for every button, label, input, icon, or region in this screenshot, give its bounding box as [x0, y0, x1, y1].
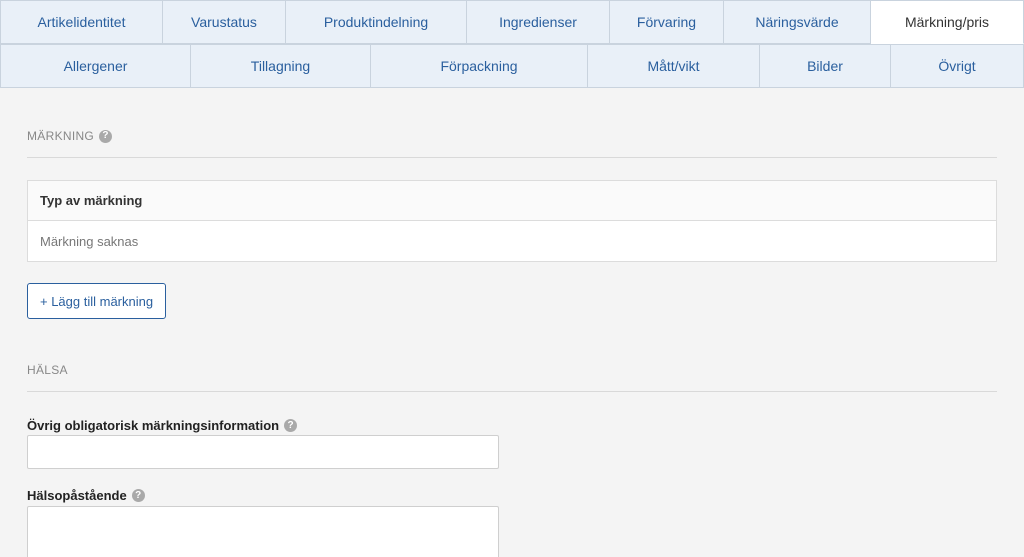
marking-table: Typ av märkning Märkning saknas — [27, 180, 997, 262]
question-circle-icon[interactable]: ? — [99, 129, 113, 143]
tab-tillagning[interactable]: Tillagning — [191, 44, 371, 87]
question-circle-icon[interactable]: ? — [284, 419, 298, 432]
health-section-title-text: HÄLSA — [27, 363, 68, 377]
tab-artikelidentitet[interactable]: Artikelidentitet — [0, 0, 163, 44]
tab-varustatus[interactable]: Varustatus — [163, 0, 286, 44]
question-circle-icon[interactable]: ? — [131, 489, 145, 502]
tab-forvaring[interactable]: Förvaring — [610, 0, 724, 44]
health-divider — [27, 391, 997, 392]
health-claim-label: Hälsopåstående ? — [27, 488, 145, 503]
tab-markning-pris[interactable]: Märkning/pris — [871, 0, 1024, 44]
tab-forpackning[interactable]: Förpackning — [371, 44, 588, 87]
marking-empty-row: Märkning saknas — [40, 233, 139, 249]
add-marking-button[interactable]: + Lägg till märkning — [27, 283, 167, 319]
health-section-title: HÄLSA — [27, 363, 68, 377]
tab-ingredienser[interactable]: Ingredienser — [467, 0, 610, 44]
other-info-input[interactable] — [27, 435, 499, 469]
marking-divider — [27, 157, 997, 158]
marking-section-title: MÄRKNING ? — [27, 129, 113, 143]
other-info-label: Övrig obligatorisk märkningsinformation … — [27, 418, 298, 433]
tab-bilder[interactable]: Bilder — [760, 44, 891, 87]
tab-allergener[interactable]: Allergener — [0, 44, 191, 87]
tab-matt-vikt[interactable]: Mått/vikt — [588, 44, 760, 87]
tab-ovrigt[interactable]: Övrigt — [891, 44, 1024, 87]
other-info-label-text: Övrig obligatorisk märkningsinformation — [27, 418, 280, 433]
content-panel: MÄRKNING ? Typ av märkning Märkning sakn… — [0, 88, 1024, 557]
health-claim-label-text: Hälsopåstående — [27, 488, 127, 503]
marking-section-title-text: MÄRKNING — [27, 129, 95, 143]
tab-produktindelning[interactable]: Produktindelning — [286, 0, 467, 44]
tab-bar-primary: Artikelidentitet Varustatus Produktindel… — [0, 0, 1024, 44]
tab-bar-secondary: Allergener Tillagning Förpackning Mått/v… — [0, 44, 1024, 88]
marking-table-header: Typ av märkning — [28, 181, 996, 221]
tab-naringsvarde[interactable]: Näringsvärde — [724, 0, 871, 44]
health-claim-textarea[interactable] — [27, 506, 499, 557]
